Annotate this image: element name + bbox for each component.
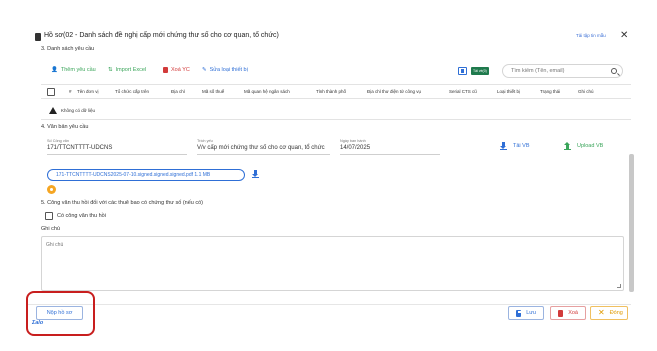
close-button[interactable]: ✕ Đóng — [590, 306, 628, 320]
download-document-label: Tải VB — [513, 143, 530, 149]
import-excel-label: Import Excel — [115, 67, 147, 73]
download-count-button[interactable]: Tải về(0) — [471, 67, 489, 75]
edit-device-type-button[interactable]: ✎ Sửa loại thiết bị — [202, 67, 248, 73]
edit-device-type-label: Sửa loại thiết bị — [209, 67, 248, 73]
vertical-scrollbar[interactable] — [629, 154, 634, 292]
column-header: Tên đơn vị — [77, 89, 99, 94]
summary-underline — [197, 154, 330, 155]
pencil-icon: ✎ — [202, 67, 207, 73]
download-template-link[interactable]: Tải tập tin mẫu — [576, 33, 606, 38]
section-title-revocation: 5. Công văn thu hồi đối với các thuê bao… — [41, 200, 204, 206]
issue-date-underline — [340, 154, 440, 155]
doc-number-label: Số Công văn — [47, 139, 69, 143]
column-header: Tổ chức cấp trên — [115, 89, 150, 94]
modal-title: Hồ sơ(02 - Danh sách đề nghị cấp mới chứ… — [44, 32, 279, 39]
doc-number-underline — [47, 154, 187, 155]
doc-number-value[interactable]: 171/TTCNTTTT-UDCNS — [47, 145, 112, 151]
save-icon — [516, 309, 522, 317]
warning-icon — [49, 107, 57, 114]
resize-handle-icon[interactable] — [617, 284, 621, 288]
upload-document-button[interactable]: Upload VB — [564, 142, 603, 150]
search-input[interactable] — [502, 64, 623, 78]
close-label: Đóng — [609, 310, 623, 316]
column-header: Tỉnh thành phố — [316, 89, 347, 94]
download-icon — [500, 142, 507, 150]
revocation-checkbox[interactable] — [45, 212, 53, 220]
close-icon[interactable]: ✕ — [620, 30, 628, 41]
issue-date-value[interactable]: 14/07/2025 — [340, 145, 370, 151]
document-icon — [35, 33, 41, 41]
add-request-label: Thêm yêu cầu — [60, 67, 96, 73]
summary-value[interactable]: V/v cấp mới chứng thư số cho cơ quan, tổ… — [197, 145, 325, 151]
save-button[interactable]: Lưu — [508, 306, 544, 320]
file-download-icon[interactable] — [252, 170, 259, 178]
delete-label: Xoá — [568, 310, 578, 316]
column-header: Địa chỉ — [171, 89, 185, 94]
column-header: Serial CTS cũ — [449, 89, 477, 94]
close-icon: ✕ — [598, 308, 605, 317]
notes-textarea[interactable] — [41, 236, 624, 291]
delete-button[interactable]: Xoá — [550, 306, 586, 320]
attached-file-chip[interactable]: 171-TTCNTTTT-UDCNS2025-07-10.signed.sign… — [47, 169, 245, 181]
download-document-button[interactable]: Tải VB — [500, 142, 530, 150]
delete-request-label: Xoá YC — [171, 67, 190, 73]
column-header: Địa chỉ thư điện tử công vụ — [367, 89, 422, 94]
delete-request-button[interactable]: Xoá YC — [163, 67, 190, 73]
column-header: Ghi chú — [578, 89, 594, 94]
issue-date-label: Ngày ban hành — [340, 139, 366, 143]
file-name: 171-TTCNTTTT-UDCNS2025-07-10.signed.sign… — [56, 172, 194, 178]
summary-label: Trích yếu — [197, 139, 213, 143]
section-title-documents: 4. Văn bản yêu cầu — [41, 124, 89, 130]
save-label: Lưu — [526, 310, 536, 316]
upload-icon — [564, 142, 571, 150]
column-header: Mã quan hệ ngân sách — [244, 89, 290, 94]
status-dot-icon — [47, 185, 56, 194]
modal-header: Hồ sơ(02 - Danh sách đề nghị cấp mới chứ… — [0, 30, 657, 44]
empty-table-row: Không có dữ liệu — [41, 104, 631, 120]
column-header: Trạng thái — [540, 89, 561, 94]
notes-label: Ghi chú — [41, 226, 60, 232]
select-all-checkbox[interactable] — [47, 88, 55, 96]
revocation-checkbox-label: Có công văn thu hồi — [57, 213, 106, 219]
submit-dossier-button[interactable]: Nộp hồ sơ — [36, 306, 83, 320]
file-size: 1.1 MB — [194, 172, 211, 178]
table-header: # Tên đơn vị Tổ chức cấp trên Địa chỉ Mã… — [41, 84, 631, 99]
sort-arrows-icon: ⇅ — [108, 67, 113, 73]
column-header: Loại thiết bị — [497, 89, 521, 94]
add-request-button[interactable]: 👤 Thêm yêu cầu — [51, 67, 96, 73]
add-user-icon: 👤 — [51, 67, 58, 73]
column-header: Mã số thuế — [202, 89, 225, 94]
trash-icon — [163, 67, 168, 73]
column-header: # — [69, 89, 72, 94]
zalo-logo: Σalo — [32, 320, 44, 326]
export-button[interactable] — [458, 67, 467, 75]
import-excel-button[interactable]: ⇅ Import Excel — [108, 67, 146, 73]
footer-divider — [26, 304, 631, 305]
upload-document-label: Upload VB — [577, 143, 604, 149]
search-field[interactable] — [511, 68, 606, 74]
empty-text: Không có dữ liệu — [61, 108, 96, 113]
search-icon[interactable] — [611, 68, 617, 74]
notes-field[interactable] — [46, 242, 619, 285]
trash-icon — [558, 309, 564, 317]
section-title-requests: 3. Danh sách yêu cầu — [41, 46, 95, 52]
